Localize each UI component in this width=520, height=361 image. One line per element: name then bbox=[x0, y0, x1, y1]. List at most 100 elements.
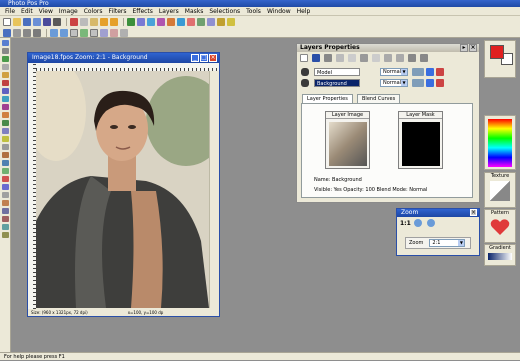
select-tool-icon[interactable] bbox=[2, 48, 9, 54]
blur-icon[interactable] bbox=[2, 144, 9, 150]
eyedropper-icon[interactable] bbox=[2, 176, 9, 182]
chevron-down-icon[interactable]: ▼ bbox=[401, 79, 407, 86]
save-icon[interactable] bbox=[23, 17, 31, 26]
line-tool-icon[interactable] bbox=[2, 160, 9, 166]
rotate-icon[interactable] bbox=[147, 17, 155, 26]
layer-props-icon[interactable] bbox=[348, 54, 356, 62]
eye-icon[interactable] bbox=[301, 67, 309, 76]
airbrush-icon[interactable] bbox=[2, 96, 9, 102]
mask-icon[interactable] bbox=[436, 78, 444, 87]
blend-mode-select[interactable]: Normal ▼ bbox=[380, 78, 408, 87]
new-file-icon[interactable] bbox=[3, 17, 11, 26]
redo-icon[interactable] bbox=[110, 17, 118, 26]
brightness-icon[interactable] bbox=[167, 17, 175, 26]
move-top-icon[interactable] bbox=[408, 54, 416, 62]
move-bottom-icon[interactable] bbox=[420, 54, 428, 62]
menu-view[interactable]: View bbox=[36, 7, 56, 16]
menu-layers[interactable]: Layers bbox=[156, 7, 182, 16]
color-spectrum[interactable] bbox=[488, 119, 512, 167]
foreground-color-swatch[interactable] bbox=[490, 45, 504, 59]
layer-name[interactable]: Model bbox=[314, 67, 360, 76]
menu-image[interactable]: Image bbox=[56, 7, 81, 16]
paste-icon[interactable] bbox=[90, 17, 98, 26]
smudge-icon[interactable] bbox=[2, 136, 9, 142]
hue-icon[interactable] bbox=[187, 17, 195, 26]
color-balance-icon[interactable] bbox=[177, 17, 185, 26]
red-eye-icon[interactable] bbox=[2, 80, 9, 86]
menu-edit[interactable]: Edit bbox=[18, 7, 36, 16]
menu-help[interactable]: Help bbox=[294, 7, 314, 16]
minimize-icon[interactable]: _ bbox=[191, 54, 199, 62]
menu-selections[interactable]: Selections bbox=[206, 7, 243, 16]
duplicate-layer-icon[interactable] bbox=[324, 54, 332, 62]
heart-icon[interactable] bbox=[490, 218, 510, 236]
move-tool-icon[interactable] bbox=[2, 40, 9, 46]
undo-icon[interactable] bbox=[100, 17, 108, 26]
flip-icon[interactable] bbox=[157, 17, 165, 26]
panel-menu-icon[interactable]: ▸ bbox=[460, 44, 468, 52]
lock-icon[interactable] bbox=[426, 78, 434, 87]
resize-icon[interactable] bbox=[137, 17, 145, 26]
opacity-icon[interactable] bbox=[412, 78, 424, 87]
new-layer-icon[interactable] bbox=[300, 54, 308, 62]
zoom-out-icon[interactable] bbox=[426, 219, 435, 227]
zoom-out-icon[interactable] bbox=[60, 28, 68, 37]
flatten-icon[interactable] bbox=[360, 54, 368, 62]
full-screen-icon[interactable] bbox=[90, 28, 98, 37]
deselect-icon[interactable] bbox=[13, 28, 21, 37]
texture-swatch[interactable] bbox=[490, 181, 510, 201]
tab-layer-properties[interactable]: Layer Properties bbox=[302, 94, 353, 103]
gradient-tool-icon[interactable] bbox=[2, 128, 9, 134]
menu-window[interactable]: Window bbox=[264, 7, 294, 16]
zoom-tool-icon[interactable] bbox=[2, 192, 9, 198]
print-icon[interactable] bbox=[53, 17, 61, 26]
close-icon[interactable]: × bbox=[209, 54, 217, 62]
levels-icon[interactable] bbox=[197, 17, 205, 26]
zoom-ratio-button[interactable]: 1:1 bbox=[400, 220, 411, 227]
crop-icon[interactable] bbox=[127, 17, 135, 26]
layer-name[interactable]: Background bbox=[314, 78, 360, 87]
cut-icon[interactable] bbox=[70, 17, 78, 26]
brush-icon[interactable] bbox=[2, 88, 9, 94]
gradient-swatch[interactable] bbox=[488, 253, 512, 260]
select-all-icon[interactable] bbox=[3, 28, 11, 37]
chevron-down-icon[interactable]: ▼ bbox=[401, 68, 407, 75]
menu-filters[interactable]: Filters bbox=[106, 7, 130, 16]
zoom-in-icon[interactable] bbox=[50, 28, 58, 37]
shape-tool-icon[interactable] bbox=[2, 168, 9, 174]
clone-icon[interactable] bbox=[2, 104, 9, 110]
magic-wand-icon[interactable] bbox=[2, 56, 9, 62]
curves-icon[interactable] bbox=[207, 17, 215, 26]
menu-tools[interactable]: Tools bbox=[243, 7, 264, 16]
lock-icon[interactable] bbox=[426, 67, 434, 76]
eraser-icon[interactable] bbox=[2, 120, 9, 126]
sharpen-icon[interactable] bbox=[217, 17, 225, 26]
zoom-panel-close-icon[interactable]: × bbox=[470, 209, 477, 216]
image-window-title-bar[interactable]: Image18.fpos Zoom: 2:1 - Background _ □ … bbox=[28, 53, 219, 63]
menu-colors[interactable]: Colors bbox=[81, 7, 106, 16]
lasso-icon[interactable] bbox=[2, 64, 9, 70]
actual-size-icon[interactable] bbox=[80, 28, 88, 37]
portrait-photo[interactable] bbox=[36, 71, 209, 308]
fit-window-icon[interactable] bbox=[70, 28, 78, 37]
layers-panel-title-bar[interactable]: Layers Properties ▸ × bbox=[297, 44, 479, 52]
save-as-icon[interactable] bbox=[33, 17, 41, 26]
masks-icon[interactable] bbox=[110, 28, 118, 37]
dodge-icon[interactable] bbox=[2, 152, 9, 158]
mask-icon[interactable] bbox=[436, 67, 444, 76]
layers-icon[interactable] bbox=[100, 28, 108, 37]
invert-selection-icon[interactable] bbox=[23, 28, 31, 37]
grid-icon[interactable] bbox=[33, 28, 41, 37]
measure-tool-icon[interactable] bbox=[2, 232, 9, 238]
zoom-panel-title-bar[interactable]: Zoom × bbox=[397, 209, 479, 217]
move-down-icon[interactable] bbox=[396, 54, 404, 62]
tab-blend-curves[interactable]: Blend Curves bbox=[357, 94, 401, 103]
menu-effects[interactable]: Effects bbox=[130, 7, 156, 16]
panel-close-icon[interactable]: × bbox=[469, 44, 477, 52]
navigator-icon[interactable] bbox=[120, 28, 128, 37]
sponge-tool-icon[interactable] bbox=[2, 224, 9, 230]
zoom-select[interactable]: 2:1 ▼ bbox=[429, 239, 466, 247]
pencil-icon[interactable] bbox=[227, 17, 235, 26]
layer-row[interactable]: Background Normal ▼ bbox=[301, 77, 469, 88]
stamp-tool-icon[interactable] bbox=[2, 216, 9, 222]
